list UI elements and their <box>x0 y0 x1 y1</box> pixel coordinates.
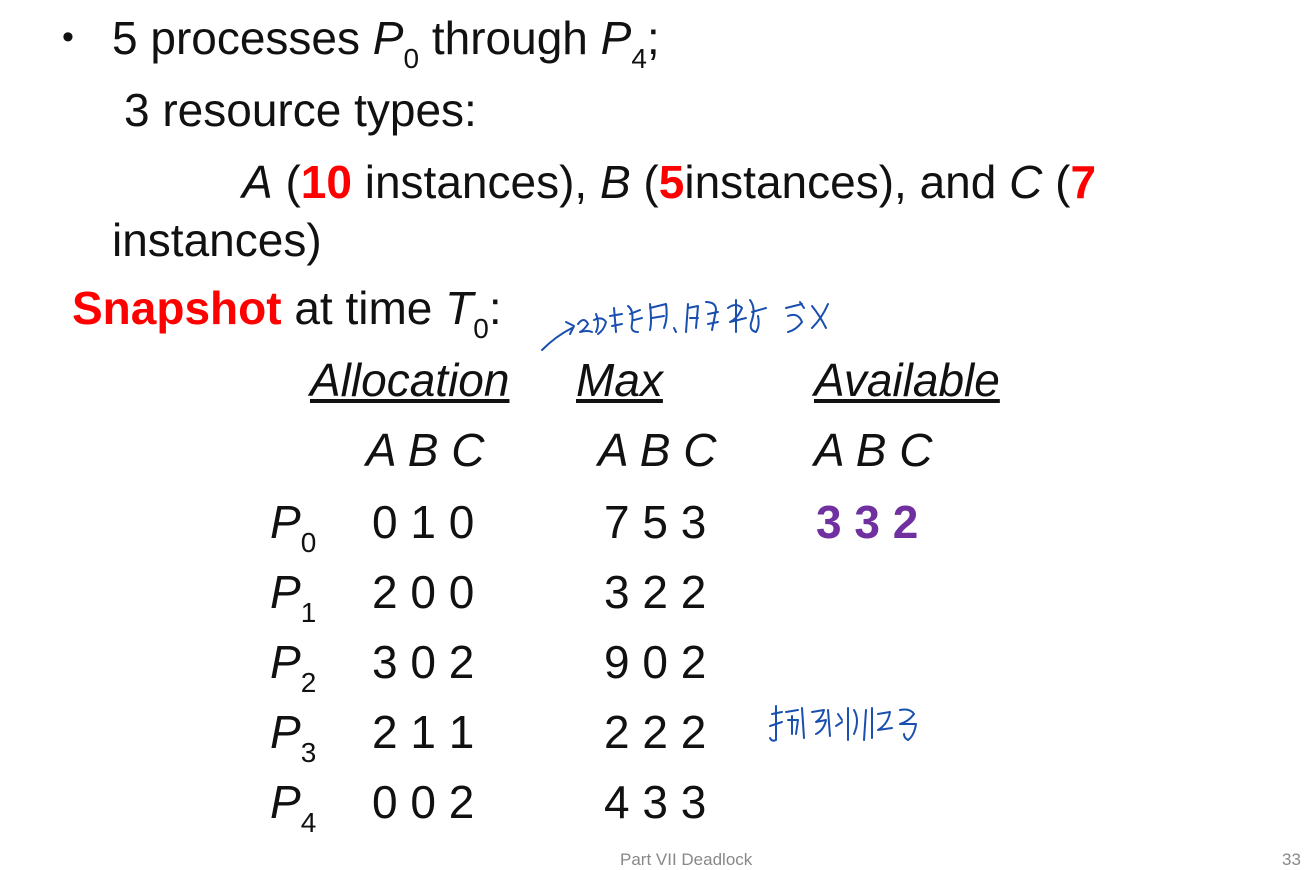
a-rest: instances), <box>351 156 600 208</box>
header-max: Max <box>576 354 663 406</box>
resource-types-line: 3 resource types: <box>124 84 477 136</box>
snapshot-line: Snapshot at time T0: <box>72 282 502 344</box>
row-process-sub: 4 <box>300 807 317 838</box>
row-process: P <box>270 496 301 548</box>
row-process-sub: 2 <box>300 667 317 698</box>
available-value: 3 3 2 <box>816 496 919 548</box>
handwritten-annotation-top <box>541 299 829 351</box>
p-start: P <box>372 12 404 64</box>
row-max: 3 2 2 <box>604 566 707 618</box>
c-count: 7 <box>1070 156 1097 208</box>
snapshot-word: Snapshot <box>72 282 282 334</box>
footer-text: Part VII Deadlock <box>620 850 753 869</box>
time-t-sub: 0 <box>473 313 489 344</box>
row-allocation: 0 1 0 <box>372 496 475 548</box>
b-rest: instances), and <box>684 156 1010 208</box>
row-max: 9 0 2 <box>604 636 707 688</box>
table-row: P4 <box>270 776 317 838</box>
semicolon: ; <box>646 12 660 64</box>
row-process: P <box>270 706 301 758</box>
instances-line-wrap: instances) <box>112 214 322 266</box>
time-t: T <box>445 282 474 334</box>
p-end-sub: 4 <box>631 43 647 74</box>
resource-b: B <box>599 156 631 208</box>
row-max: 2 2 2 <box>604 706 707 758</box>
row-process: P <box>270 566 301 618</box>
processes-prefix: 5 processes <box>112 12 373 64</box>
row-process-sub: 3 <box>300 737 317 768</box>
row-allocation: 0 0 2 <box>372 776 475 828</box>
header-available: Available <box>814 354 1000 406</box>
snapshot-colon: : <box>488 282 502 334</box>
row-allocation: 2 1 1 <box>372 706 475 758</box>
instances-line: A (10 instances), B (5instances), and C … <box>242 156 1096 208</box>
table-row: P1 <box>270 566 317 628</box>
row-allocation: 3 0 2 <box>372 636 475 688</box>
resource-c: C <box>1009 156 1043 208</box>
snapshot-rest: at time <box>281 282 446 334</box>
resource-a: A <box>242 156 273 208</box>
row-process: P <box>270 776 301 828</box>
header-allocation: Allocation <box>310 354 510 406</box>
max-abc: A B C <box>598 424 717 476</box>
b-open: ( <box>630 156 659 208</box>
table-row: P2 <box>270 636 317 698</box>
row-process: P <box>270 636 301 688</box>
p-end: P <box>600 12 632 64</box>
available-abc: A B C <box>814 424 933 476</box>
row-process-sub: 1 <box>300 597 317 628</box>
table-row: P3 <box>270 706 317 768</box>
row-allocation: 2 0 0 <box>372 566 475 618</box>
page-number: 33 <box>1282 850 1301 869</box>
b-count: 5 <box>658 156 685 208</box>
row-process-sub: 0 <box>300 527 317 558</box>
allocation-abc: A B C <box>366 424 485 476</box>
through-text: through <box>419 12 601 64</box>
row-max: 7 5 3 <box>604 496 707 548</box>
c-open: ( <box>1042 156 1071 208</box>
row-max: 4 3 3 <box>604 776 707 828</box>
a-count: 10 <box>300 156 352 208</box>
bullet-dot: • <box>62 18 74 56</box>
table-row: P0 <box>270 496 317 558</box>
processes-line: 5 processes P0 through P4; <box>112 12 660 74</box>
p-start-sub: 0 <box>403 43 420 74</box>
handwritten-annotation-sequence <box>769 705 917 742</box>
a-open: ( <box>272 156 301 208</box>
